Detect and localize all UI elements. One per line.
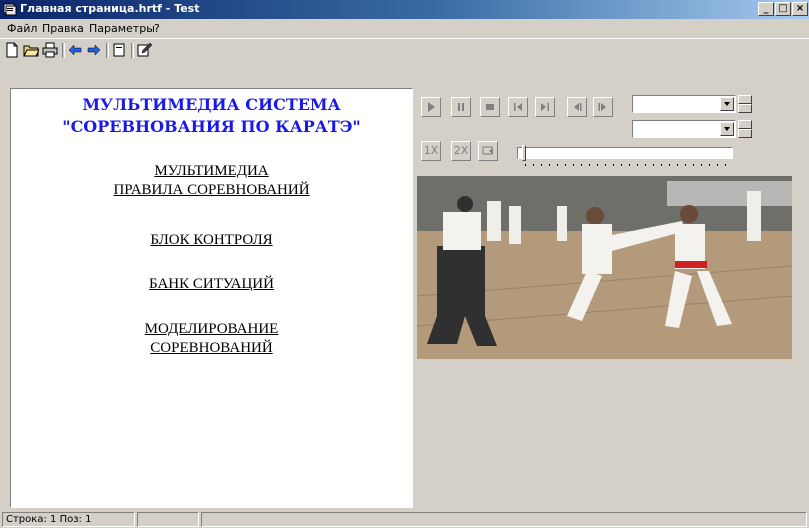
seek-bar[interactable] bbox=[517, 145, 733, 161]
status-panel-2 bbox=[137, 512, 199, 527]
combo-1-spinner[interactable] bbox=[738, 95, 752, 113]
speed-1x-button[interactable]: 1X bbox=[421, 141, 441, 161]
status-position: Строка: 1 Поз: 1 bbox=[2, 512, 135, 527]
page-icon[interactable] bbox=[111, 42, 127, 58]
status-panel-3 bbox=[201, 512, 807, 527]
status-pos-label: Поз: bbox=[59, 514, 82, 525]
seek-tick bbox=[541, 164, 542, 166]
minimize-button[interactable]: _ bbox=[758, 2, 774, 16]
seek-tick bbox=[573, 164, 574, 166]
edit-icon[interactable] bbox=[136, 42, 153, 58]
status-row-value: 1 bbox=[50, 514, 57, 525]
seek-tick bbox=[725, 164, 726, 166]
spin-down-icon[interactable] bbox=[738, 104, 752, 113]
seek-tick bbox=[709, 164, 710, 166]
play-icon[interactable] bbox=[421, 97, 441, 117]
combo-1[interactable] bbox=[632, 95, 736, 113]
seek-tick bbox=[557, 164, 558, 166]
seek-ticks bbox=[525, 164, 730, 168]
seek-tick bbox=[701, 164, 702, 166]
seek-tick bbox=[685, 164, 686, 166]
link-competition-modeling-line-2[interactable]: СОРЕВНОВАНИЙ bbox=[11, 340, 412, 357]
window-title: Главная страница.hrtf - Test bbox=[20, 2, 200, 15]
back-arrow-icon[interactable] bbox=[67, 42, 83, 58]
fullscreen-icon[interactable] bbox=[478, 141, 498, 161]
skip-start-icon[interactable] bbox=[508, 97, 528, 117]
speed-2x-button[interactable]: 2X bbox=[451, 141, 471, 161]
seek-tick bbox=[533, 164, 534, 166]
open-folder-icon[interactable] bbox=[23, 42, 40, 58]
status-bar: Строка: 1 Поз: 1 bbox=[0, 510, 809, 528]
spin-up-icon[interactable] bbox=[738, 95, 752, 104]
pause-icon[interactable] bbox=[451, 97, 471, 117]
seek-tick bbox=[621, 164, 622, 166]
seek-tick bbox=[613, 164, 614, 166]
link-control-block[interactable]: БЛОК КОНТРОЛЯ bbox=[11, 232, 412, 249]
link-competition-modeling-line-1[interactable]: МОДЕЛИРОВАНИЕ bbox=[11, 321, 412, 338]
step-back-icon[interactable] bbox=[567, 97, 587, 117]
seek-tick bbox=[717, 164, 718, 166]
combo-2[interactable] bbox=[632, 120, 736, 138]
stop-icon[interactable] bbox=[480, 97, 500, 117]
video-frame bbox=[417, 176, 792, 359]
link-competition-rules-line-2[interactable]: ПРАВИЛА СОРЕВНОВАНИЙ bbox=[11, 182, 412, 199]
seek-tick bbox=[549, 164, 550, 166]
new-document-icon[interactable] bbox=[4, 42, 20, 58]
link-competition-rules-line-1[interactable]: МУЛЬТИМЕДИА bbox=[11, 163, 412, 180]
toolbar-separator bbox=[106, 43, 109, 58]
status-row-label: Строка: bbox=[6, 514, 47, 525]
seek-tick bbox=[589, 164, 590, 166]
print-icon[interactable] bbox=[42, 42, 58, 58]
link-situation-bank[interactable]: БАНК СИТУАЦИЙ bbox=[11, 276, 412, 293]
combo-2-spinner[interactable] bbox=[738, 120, 752, 138]
menu-bar: Файл Правка Параметры ? bbox=[0, 19, 809, 37]
seek-tick bbox=[645, 164, 646, 166]
document-pane[interactable]: МУЛЬТИМЕДИА СИСТЕМА "СОРЕВНОВАНИЯ ПО КАР… bbox=[10, 88, 413, 508]
menu-help[interactable]: ? bbox=[154, 22, 160, 35]
seek-tick bbox=[653, 164, 654, 166]
step-forward-icon[interactable] bbox=[593, 97, 613, 117]
toolbar-separator bbox=[131, 43, 134, 58]
seek-tick bbox=[693, 164, 694, 166]
forward-arrow-icon[interactable] bbox=[86, 42, 102, 58]
chevron-down-icon[interactable] bbox=[720, 122, 734, 136]
menu-edit[interactable]: Правка bbox=[42, 22, 84, 35]
spin-up-icon[interactable] bbox=[738, 120, 752, 129]
close-button[interactable]: × bbox=[792, 2, 808, 16]
menu-file[interactable]: Файл bbox=[7, 22, 37, 35]
seek-tick bbox=[581, 164, 582, 166]
seek-tick bbox=[597, 164, 598, 166]
seek-tick bbox=[605, 164, 606, 166]
chevron-down-icon[interactable] bbox=[720, 97, 734, 111]
media-player: 1X 2X bbox=[415, 88, 809, 508]
heading-line-1: МУЛЬТИМЕДИА СИСТЕМА bbox=[82, 95, 341, 114]
menu-parameters[interactable]: Параметры bbox=[89, 22, 155, 35]
heading-line-2: "СОРЕВНОВАНИЯ ПО КАРАТЭ" bbox=[62, 117, 361, 136]
seek-tick bbox=[669, 164, 670, 166]
spin-down-icon[interactable] bbox=[738, 129, 752, 138]
seek-tick bbox=[677, 164, 678, 166]
seek-tick bbox=[525, 164, 526, 166]
toolbar bbox=[0, 38, 809, 87]
app-icon bbox=[3, 2, 17, 16]
toolbar-separator bbox=[62, 43, 65, 58]
seek-tick bbox=[637, 164, 638, 166]
seek-tick bbox=[565, 164, 566, 166]
status-pos-value: 1 bbox=[85, 514, 92, 525]
title-bar: Главная страница.hrtf - Test _ □ × bbox=[0, 0, 809, 19]
skip-end-icon[interactable] bbox=[535, 97, 555, 117]
maximize-button[interactable]: □ bbox=[775, 2, 791, 16]
seek-tick bbox=[629, 164, 630, 166]
seek-thumb[interactable] bbox=[522, 145, 526, 161]
seek-tick bbox=[661, 164, 662, 166]
